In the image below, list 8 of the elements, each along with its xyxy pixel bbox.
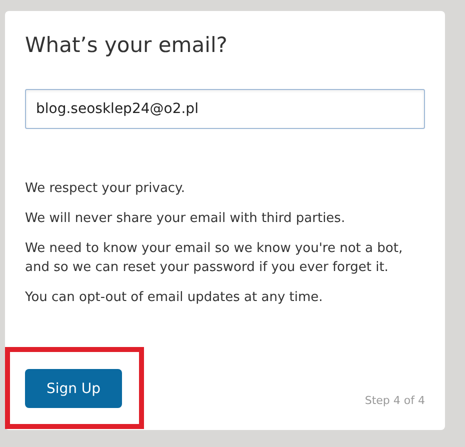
- privacy-text: You can opt-out of email updates at any time.: [25, 289, 324, 307]
- privacy-text: We will never share your email with third parties.: [25, 210, 346, 228]
- privacy-text: We need to know your email so we know you're not a bot, and so we can reset your password if you ever forget it.: [25, 240, 404, 277]
- privacy-text: We respect your privacy.: [25, 180, 186, 198]
- email-field[interactable]: blog.seosklep24@o2.pl: [25, 89, 425, 129]
- sign-up-button[interactable]: Sign Up: [25, 369, 122, 408]
- step-indicator: Step 4 of 4: [364, 394, 425, 407]
- dialog-title: What’s your email?: [25, 33, 228, 57]
